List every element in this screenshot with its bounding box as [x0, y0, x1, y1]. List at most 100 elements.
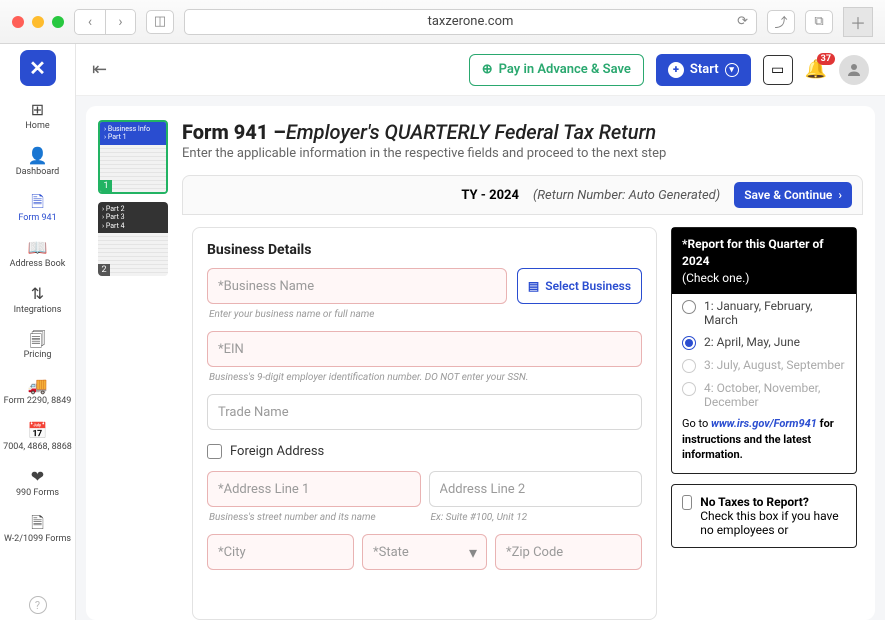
rail-990[interactable]: ❤ 990 Forms	[0, 461, 75, 507]
tabs-button[interactable]: ⧉	[805, 10, 833, 34]
help-icon[interactable]: ?	[29, 596, 47, 614]
id-card-icon[interactable]: ▭	[763, 55, 793, 85]
heart-icon: ❤	[28, 467, 48, 487]
foreign-address-row[interactable]: Foreign Address	[207, 444, 642, 459]
radio-icon	[682, 336, 696, 350]
book-icon: 📖	[28, 238, 48, 258]
rail-form941[interactable]: 🗎 Form 941	[0, 186, 75, 232]
radio-icon	[682, 382, 696, 396]
city-input[interactable]	[207, 534, 354, 570]
no-taxes-checkbox[interactable]	[682, 495, 692, 510]
rail-label: Home	[25, 122, 49, 132]
plus-circle-icon: ⊕	[482, 62, 493, 77]
quarter-option-3: 3: July, August, September	[672, 353, 856, 376]
address-line2-hint: Ex: Suite #100, Unit 12	[431, 511, 641, 524]
home-icon: ⊞	[28, 100, 48, 120]
calendar-icon: 📅	[28, 421, 48, 441]
select-business-label: Select Business	[545, 279, 631, 293]
truck-icon: 🚚	[28, 375, 48, 395]
forward-button[interactable]: ›	[105, 10, 135, 34]
business-name-input[interactable]	[207, 268, 507, 304]
trade-name-input[interactable]	[207, 394, 642, 430]
irs-link[interactable]: www.irs.gov/Form941	[711, 417, 817, 430]
chevron-right-icon: ›	[838, 188, 842, 202]
user-icon	[845, 61, 863, 79]
tax-year-bar: TY - 2024 (Return Number: Auto Generated…	[182, 175, 863, 215]
thumb-number: 2	[98, 264, 110, 276]
notification-badge: 37	[817, 53, 835, 65]
rail-address-book[interactable]: 📖Address Book	[0, 232, 75, 278]
foreign-address-label: Foreign Address	[230, 444, 324, 459]
nav-buttons: ‹ ›	[74, 9, 136, 35]
thumb-page-2[interactable]: › Part 2› Part 3› Part 4 2	[98, 202, 168, 276]
sidebar-toggle-button[interactable]: ◫	[146, 10, 174, 34]
save-continue-label: Save & Continue	[744, 188, 832, 202]
rail-integrations[interactable]: ⇅Integrations	[0, 278, 75, 324]
section-title: Business Details	[207, 242, 642, 258]
close-window-icon[interactable]	[12, 16, 24, 28]
foreign-address-checkbox[interactable]	[207, 444, 222, 459]
business-name-hint: Enter your business name or full name	[209, 308, 640, 321]
user-avatar[interactable]	[839, 55, 869, 85]
topbar: ⇤ ⊕ Pay in Advance & Save + Start ▾ ▭ 🔔 …	[76, 44, 885, 96]
pricing-icon: 🗐	[28, 329, 48, 349]
app-logo[interactable]: ✕	[20, 50, 56, 86]
rail-pricing[interactable]: 🗐 Pricing	[0, 323, 75, 369]
document-icon: 🗎	[28, 513, 48, 533]
state-select[interactable]	[362, 534, 487, 570]
rail-label: Form 2290, 8849	[4, 397, 72, 407]
rail-label: Form 941	[18, 214, 56, 224]
quarter-box: *Report for this Quarter of 2024 (Check …	[671, 227, 857, 474]
thumb-head: › Part 2› Part 3› Part 4	[98, 202, 168, 233]
rail-home[interactable]: ⊞ Home	[0, 94, 75, 140]
document-icon: 🗎	[28, 192, 48, 212]
address-line2-input[interactable]	[429, 471, 643, 507]
select-business-button[interactable]: ▤ Select Business	[517, 268, 642, 304]
back-button[interactable]: ‹	[75, 10, 105, 34]
rail-dashboard[interactable]: 👤Dashboard	[0, 140, 75, 186]
collapse-sidebar-icon[interactable]: ⇤	[92, 59, 107, 80]
rail-label: Pricing	[24, 351, 52, 361]
browser-chrome: ‹ › ◫ taxzerone.com ⟳ ⤴ ⧉ ＋	[0, 0, 885, 44]
ein-input[interactable]	[207, 331, 642, 367]
maximize-window-icon[interactable]	[52, 16, 64, 28]
start-label: Start	[690, 62, 719, 77]
rail-w2-1099[interactable]: 🗎 W-2/1099 Forms	[0, 507, 75, 553]
chevron-down-icon: ▾	[725, 63, 739, 77]
integrations-icon: ⇅	[28, 284, 48, 304]
page-subtitle: Enter the applicable information in the …	[182, 146, 863, 161]
rail-label: 990 Forms	[16, 489, 59, 499]
url-text: taxzerone.com	[428, 14, 514, 29]
quarter-option-1[interactable]: 1: January, February, March	[672, 294, 856, 330]
window-controls	[12, 16, 64, 28]
plus-icon: +	[668, 62, 684, 78]
address-line1-hint: Business's street number and its name	[209, 511, 419, 524]
save-continue-button[interactable]: Save & Continue ›	[734, 182, 852, 208]
address-line1-input[interactable]	[207, 471, 421, 507]
no-taxes-body: Check this box if you have no employees …	[700, 509, 838, 537]
ein-hint: Business's 9-digit employer identificati…	[209, 371, 640, 384]
minimize-window-icon[interactable]	[32, 16, 44, 28]
start-button[interactable]: + Start ▾	[656, 54, 751, 86]
business-details-panel: Business Details ▤ Select Business Enter…	[192, 227, 657, 620]
pay-advance-label: Pay in Advance & Save	[499, 62, 631, 77]
zip-input[interactable]	[495, 534, 642, 570]
page-title: Form 941 –Employer's QUARTERLY Federal T…	[182, 120, 863, 144]
rail-2290[interactable]: 🚚 Form 2290, 8849	[0, 369, 75, 415]
rail-label: W-2/1099 Forms	[4, 535, 71, 545]
notifications-button[interactable]: 🔔 37	[805, 59, 827, 80]
address-bar[interactable]: taxzerone.com ⟳	[184, 9, 757, 35]
quarter-option-2[interactable]: 2: April, May, June	[672, 330, 856, 353]
share-button[interactable]: ⤴	[767, 10, 795, 34]
reload-icon[interactable]: ⟳	[737, 14, 748, 29]
no-taxes-box: No Taxes to Report? Check this box if yo…	[671, 484, 857, 548]
left-rail: ✕ ⊞ Home 👤Dashboard 🗎 Form 941 📖Address Bo…	[0, 44, 76, 620]
new-tab-button[interactable]: ＋	[843, 7, 873, 37]
thumb-number: 1	[100, 180, 112, 192]
thumb-page-1[interactable]: › Business Info› Part 1 1	[98, 120, 168, 194]
pay-advance-button[interactable]: ⊕ Pay in Advance & Save	[469, 54, 644, 86]
rail-extensions[interactable]: 📅7004, 4868, 8868	[0, 415, 75, 461]
quarter-heading: *Report for this Quarter of 2024 (Check …	[672, 228, 856, 294]
radio-icon	[682, 300, 696, 314]
clipboard-icon: ▤	[528, 279, 539, 293]
